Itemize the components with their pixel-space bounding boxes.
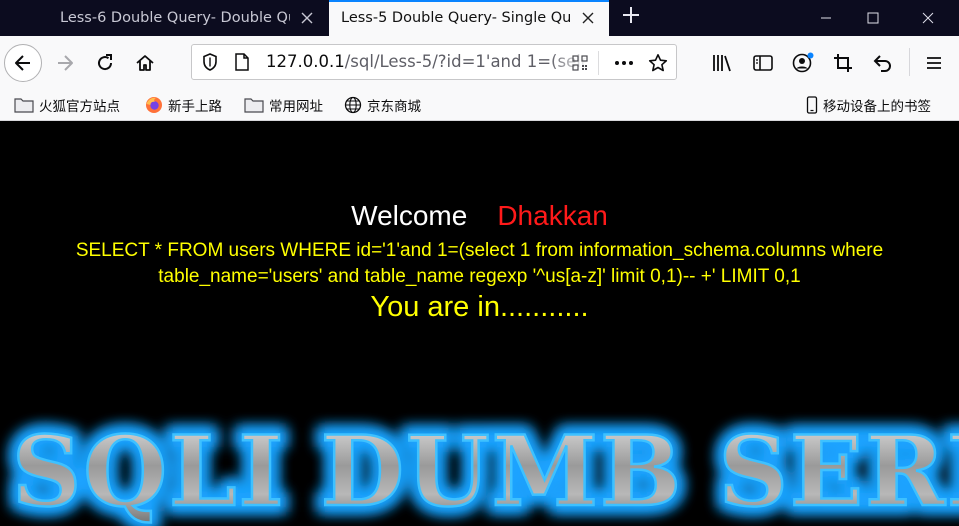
globe-icon [344, 96, 362, 114]
bookmark-jd-mall[interactable]: 京东商城 [344, 95, 421, 115]
page-info-icon[interactable] [232, 52, 252, 72]
close-tab-icon[interactable] [577, 7, 599, 29]
qr-code-icon[interactable] [570, 53, 590, 73]
reload-icon [98, 54, 113, 71]
url-path: /sql/Less-5/?id=1'and 1=(select 1 from i… [344, 52, 588, 71]
folder-icon [244, 98, 264, 113]
crop-icon [834, 54, 852, 72]
undo-icon [873, 55, 891, 72]
minimize-window-button[interactable] [803, 0, 849, 36]
sidebar-icon [753, 55, 773, 71]
tab-strip: Less-6 Double Query- Double Quotes- Stri… [0, 0, 959, 36]
bookmark-star-button[interactable] [647, 52, 669, 74]
separator [909, 48, 910, 76]
mobile-bookmarks[interactable]: 移动设备上的书签 [806, 95, 931, 115]
folder-icon [14, 98, 34, 113]
bookmarks-toolbar: 火狐官方站点 新手上路 常用网址 京东商城 移动设备上的书签 [0, 88, 959, 121]
back-button[interactable] [4, 44, 42, 82]
reload-button[interactable] [92, 50, 118, 76]
separator [598, 51, 599, 75]
sqli-dumb-series-logo: SQLI DUMB SERIES SQLI DUMB SERIES [5, 408, 959, 526]
sidebar-button[interactable] [750, 50, 776, 76]
user-name: Dhakkan [497, 200, 608, 231]
mobile-device-icon [806, 96, 818, 114]
status-message: You are in........... [370, 291, 589, 323]
arrow-left-icon [15, 55, 30, 71]
maximize-window-button[interactable] [850, 0, 896, 36]
screenshot-button[interactable] [830, 50, 856, 76]
tab-title: Less-5 Double Query- Single Quotes- Stri… [341, 10, 571, 26]
maximize-icon [867, 12, 879, 24]
home-icon [136, 55, 154, 71]
bookmark-label: 移动设备上的书签 [823, 99, 931, 115]
welcome-text: Welcome [351, 200, 468, 231]
star-icon [648, 54, 668, 72]
page-actions-button[interactable] [611, 53, 637, 73]
bookmark-label: 京东商城 [367, 99, 421, 115]
bookmark-common-sites[interactable]: 常用网址 [244, 95, 323, 115]
address-bar[interactable]: 127.0.0.1/sql/Less-5/?id=1'and 1=(select… [191, 44, 677, 80]
active-tab-indicator [329, 0, 609, 2]
tracking-protection-shield-icon[interactable] [200, 52, 220, 72]
bookmark-firefox-official[interactable]: 火狐官方站点 [14, 95, 120, 115]
url-text[interactable]: 127.0.0.1/sql/Less-5/?id=1'and 1=(select… [266, 52, 588, 72]
banner-text: SQLI DUMB SERIES [12, 415, 959, 526]
bookmark-label: 火狐官方站点 [39, 99, 120, 115]
welcome-heading: Welcome Dhakkan [0, 200, 959, 232]
close-tab-icon[interactable] [296, 7, 318, 29]
minimize-icon [821, 17, 831, 19]
library-icon [713, 55, 731, 72]
hamburger-menu-icon [927, 57, 941, 69]
menu-button[interactable] [921, 50, 947, 76]
forward-button[interactable] [52, 50, 78, 76]
page-content: Welcome Dhakkan SELECT * FROM users WHERE… [0, 121, 959, 526]
sql-query-text: SELECT * FROM users WHERE id='1'and 1=(s… [75, 240, 884, 287]
navigation-toolbar: 127.0.0.1/sql/Less-5/?id=1'and 1=(select… [0, 36, 959, 88]
close-icon [922, 12, 934, 24]
bookmark-label: 新手上路 [168, 99, 222, 115]
url-host: 127.0.0.1 [266, 52, 345, 71]
home-button[interactable] [132, 50, 158, 76]
account-button[interactable] [790, 50, 816, 76]
close-window-button[interactable] [905, 0, 951, 36]
tab-less-5-active[interactable]: Less-5 Double Query- Single Quotes- Stri… [329, 0, 609, 36]
arrow-right-icon [58, 55, 73, 71]
plus-icon [623, 7, 639, 23]
account-icon [792, 52, 814, 73]
library-button[interactable] [710, 50, 736, 76]
tab-title: Less-6 Double Query- Double Quotes- Stri… [60, 10, 290, 26]
new-tab-button[interactable] [618, 5, 644, 31]
bookmark-label: 常用网址 [269, 99, 323, 115]
more-dots-icon [615, 61, 633, 65]
tab-less-6[interactable]: Less-6 Double Query- Double Quotes- Stri… [48, 0, 328, 36]
firefox-icon [146, 97, 162, 113]
banner-image: SQLI DUMB SERIES SQLI DUMB SERIES [0, 401, 959, 526]
undo-button[interactable] [870, 50, 896, 76]
bookmark-getting-started[interactable]: 新手上路 [145, 95, 222, 115]
